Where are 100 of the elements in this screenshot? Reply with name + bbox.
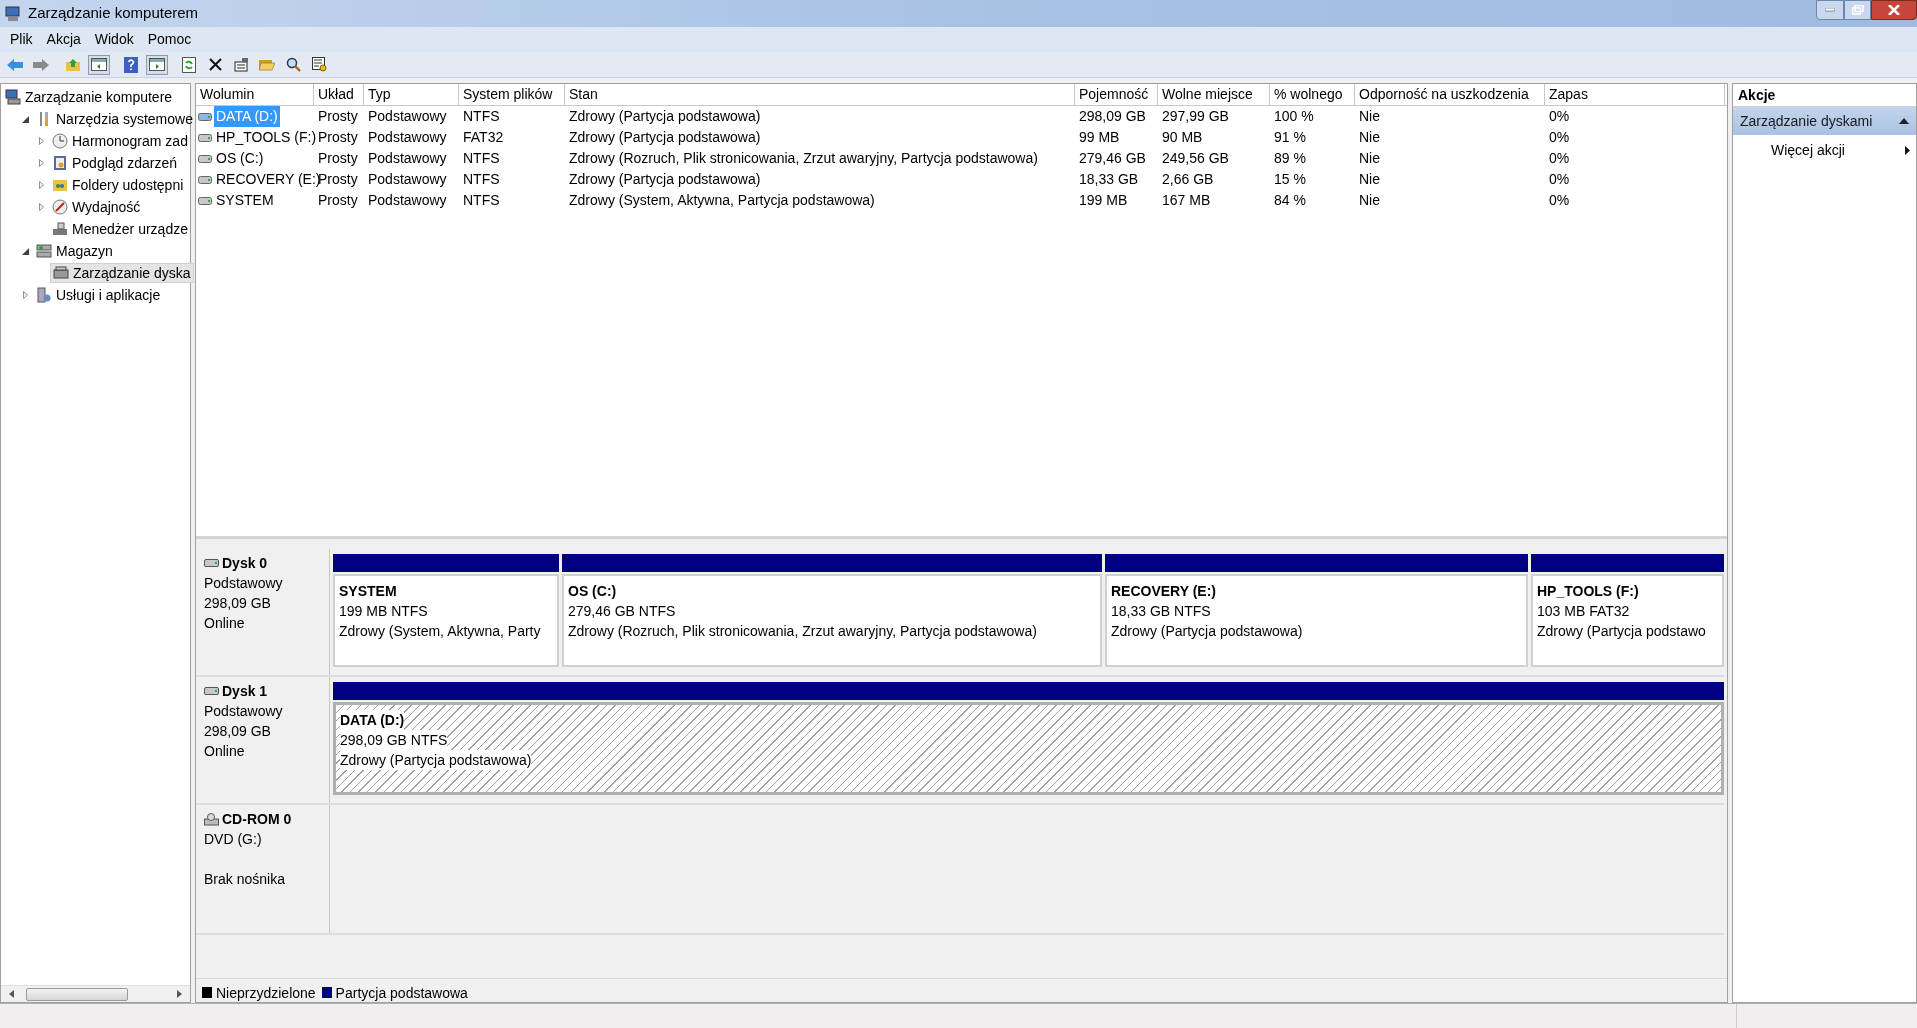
expanded-arrow-icon[interactable] (21, 115, 29, 123)
collapsed-arrow-icon[interactable] (38, 181, 44, 189)
services-icon (36, 287, 52, 303)
table-cell-text: Zdrowy (System, Aktywna, Partycja podstawowa) (569, 191, 875, 210)
column-header[interactable]: System plików (459, 84, 565, 105)
help-icon (124, 56, 138, 73)
menu-item[interactable]: Widok (88, 29, 140, 50)
event-log-icon (52, 155, 68, 171)
action-link[interactable]: Więcej akcji (1733, 135, 1916, 165)
settings-icon (311, 57, 327, 72)
table-cell-text: 298,09 GB (1079, 107, 1146, 126)
disk-info: DVD (G:) (204, 830, 263, 849)
scroll-thumb[interactable] (26, 987, 128, 1001)
partition[interactable]: OS (C:) 279,46 GB NTFS Zdrowy (Rozruch, Plik stronicowania, Zrzut awaryjny, Partycja podstawowa) (562, 574, 1102, 667)
partition[interactable]: DATA (D:) 298,09 GB NTFS Zdrowy (Partycja podstawowa) (333, 702, 1724, 795)
menu-item[interactable]: Pomoc (141, 29, 198, 50)
table-cell-text: Podstawowy (368, 170, 447, 189)
menu-item[interactable]: Akcja (40, 29, 87, 50)
show-hide-tree-button[interactable] (88, 54, 110, 75)
column-header[interactable]: Pojemność (1075, 84, 1158, 105)
disk-info: Podstawowy (204, 574, 284, 593)
tree-item[interactable]: Podgląd zdarzeń (50, 153, 180, 173)
forward-arrow-icon (32, 57, 50, 72)
partition-status: Zdrowy (Partycja podstawo (1537, 622, 1706, 641)
close-button[interactable] (1871, 0, 1917, 20)
tree-item[interactable]: Zarządzanie dyska (50, 263, 194, 283)
tree-item[interactable]: Wydajność (50, 197, 143, 217)
table-cell-text: Nie (1359, 128, 1380, 147)
partition-name: HP_TOOLS (F:) (1537, 582, 1639, 601)
disk-info: Online (204, 614, 246, 633)
table-cell-text: NTFS (463, 149, 500, 168)
cd-drive-icon (204, 812, 219, 826)
close-icon (1888, 5, 1900, 15)
show-hide-action-pane-button[interactable] (146, 54, 168, 75)
back-arrow-icon (6, 57, 24, 72)
column-header[interactable]: % wolnego (1270, 84, 1355, 105)
column-header[interactable]: Odporność na uszkodzenia (1355, 84, 1545, 105)
menu-item[interactable]: Plik (4, 29, 39, 50)
table-cell-text: Podstawowy (368, 149, 447, 168)
table-cell-text: 249,56 GB (1162, 149, 1229, 168)
partition-status: Zdrowy (Partycja podstawowa) (1111, 622, 1303, 641)
folder-icon (259, 58, 275, 71)
column-header[interactable]: Stan (565, 84, 1075, 105)
table-cell-text: Podstawowy (368, 107, 447, 126)
tree-item[interactable]: Foldery udostępni (50, 175, 186, 195)
collapsed-arrow-icon[interactable] (22, 291, 28, 299)
maximize-button[interactable] (1844, 0, 1871, 20)
disk-info: Online (204, 742, 246, 761)
folder-up-icon (65, 57, 81, 72)
drive-icon (198, 112, 212, 121)
tree-item[interactable]: Zarządzanie komputere (3, 87, 175, 107)
partition[interactable]: RECOVERY (E:) 18,33 GB NTFS Zdrowy (Partycja podstawowa) (1105, 574, 1528, 667)
table-cell-text: 279,46 GB (1079, 149, 1146, 168)
column-header[interactable]: Zapas (1545, 84, 1725, 105)
expanded-arrow-icon[interactable] (21, 247, 29, 255)
column-header[interactable]: Wolumin (196, 84, 314, 105)
table-cell-text: 18,33 GB (1079, 170, 1139, 189)
table-cell[interactable]: OS (C:) (214, 148, 266, 169)
table-cell-text: 0% (1549, 128, 1570, 147)
partition-size: 18,33 GB NTFS (1111, 602, 1211, 621)
table-cell-text: Prosty (318, 107, 358, 126)
partition-name: OS (C:) (568, 582, 617, 601)
table-cell-text: 89 % (1274, 149, 1306, 168)
table-cell-text: NTFS (463, 107, 500, 126)
legend-label: Partycja podstawowa (335, 984, 468, 1002)
collapsed-arrow-icon[interactable] (38, 137, 44, 145)
column-header[interactable]: Układ (314, 84, 364, 105)
partition[interactable]: HP_TOOLS (F:) 103 MB FAT32 Zdrowy (Partycja podstawo (1531, 574, 1724, 667)
properties-icon (233, 57, 249, 72)
partition-size: 103 MB FAT32 (1537, 602, 1630, 621)
partition-status: Zdrowy (System, Aktywna, Party (339, 622, 541, 641)
table-cell-text: Prosty (318, 191, 358, 210)
horizontal-scrollbar[interactable] (1, 985, 190, 1002)
tree-item[interactable]: Narzędzia systemowe (34, 109, 195, 129)
tree-item[interactable]: Magazyn (34, 241, 115, 261)
disk-info: Brak nośnika (204, 870, 286, 889)
table-cell-text: 297,99 GB (1162, 107, 1229, 126)
refresh-icon (182, 56, 196, 73)
table-cell[interactable]: HP_TOOLS (F:) (214, 127, 319, 148)
tree-item[interactable]: Usługi i aplikacje (34, 285, 163, 305)
collapsed-arrow-icon[interactable] (38, 203, 44, 211)
partition[interactable]: SYSTEM 199 MB NTFS Zdrowy (System, Aktywna, Party (333, 574, 559, 667)
table-cell-text: Prosty (318, 170, 358, 189)
action-group-header[interactable]: Zarządzanie dyskami (1733, 107, 1916, 135)
partition-name: SYSTEM (339, 582, 397, 601)
disk-name: Dysk 0 (222, 554, 268, 573)
partition-size: 279,46 GB NTFS (568, 602, 676, 621)
table-cell-text: Prosty (318, 128, 358, 147)
column-header[interactable]: Typ (364, 84, 459, 105)
tree-item[interactable]: Harmonogram zad (50, 131, 190, 151)
table-cell[interactable]: SYSTEM (214, 190, 276, 211)
table-cell-text: 0% (1549, 191, 1570, 210)
tree-item[interactable]: Menedżer urządze (50, 219, 190, 239)
partition-name: RECOVERY (E:) (1111, 582, 1216, 601)
app-icon (4, 4, 22, 23)
collapsed-arrow-icon[interactable] (38, 159, 44, 167)
table-cell-text: 167 MB (1162, 191, 1211, 210)
collapse-arrow-icon (1899, 118, 1909, 124)
column-header[interactable]: Wolne miejsce (1158, 84, 1270, 105)
minimize-button[interactable] (1816, 0, 1844, 20)
